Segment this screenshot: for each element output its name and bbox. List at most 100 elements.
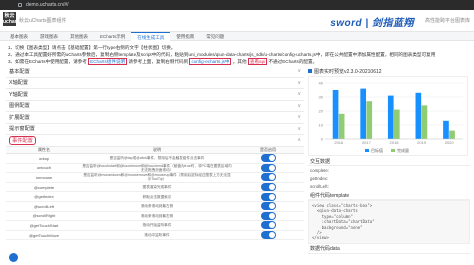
interaction-row: getIndex: [308, 174, 470, 182]
event-name: @getTouchStart [6, 220, 82, 231]
table-row: onmouse 是否监听@mousedown和@mousemove和@mouseu… [6, 172, 304, 183]
x-tick-label: 2018 [390, 140, 400, 145]
browser-address-bar[interactable]: demo.ucharts.cn/#/ [0, 0, 474, 10]
nav-item[interactable]: 使用指南 [170, 32, 200, 41]
event-toggle[interactable] [260, 192, 276, 201]
legend-label[interactable]: 目标值 [371, 147, 383, 153]
event-desc: 滚动条滚动到最右侧 [82, 211, 232, 222]
config-section[interactable]: 扩展配置 ∨ [6, 112, 304, 124]
bar-完成量[interactable] [421, 105, 428, 139]
config-panel: 基本配置 ∨ X轴配置 ∨ Y轴配置 ∨ 图例配置 ∨ 扩展配置 ∨ 提示窗配置 ∨ 事件配置 ∧ 属性名… [6, 66, 304, 265]
event-toggle[interactable] [260, 163, 276, 172]
bar-完成量[interactable] [366, 101, 373, 139]
bar-目标值[interactable] [360, 88, 366, 139]
table-row: @scrollLeft 滚动条滚动到最左侧 [6, 201, 304, 212]
event-toggle-cell [232, 220, 304, 231]
nav-item[interactable]: 游戏图表 [34, 32, 64, 41]
event-desc: 是否监听@touchstart和@touchmove和@touchend事件（赋… [82, 163, 232, 174]
table-row: ontap 是否监听@tap或@click事件，禁用后不会触发组件点击事件 [6, 153, 304, 164]
chevron-down-icon: ∨ [297, 125, 301, 132]
nav-item[interactable]: 其他图表 [64, 32, 94, 41]
event-name: onmouse [6, 172, 82, 183]
event-toggle[interactable] [260, 202, 276, 211]
event-toggle-cell [232, 191, 304, 202]
bar-目标值[interactable] [387, 95, 394, 139]
chevron-down-icon: ∨ [297, 91, 301, 98]
y-tick-label: 30 [319, 95, 324, 100]
x-tick-label: 2020 [445, 140, 455, 145]
note-line-2: 2、通过本工具配置好所需的uCharts参数后，复制右侧template及scr… [8, 52, 436, 57]
config-sections: 基本配置 ∨ X轴配置 ∨ Y轴配置 ∨ 图例配置 ∨ 扩展配置 ∨ 提示窗配置 ∨ 事件配置 ∧ [6, 66, 304, 147]
bar-目标值[interactable] [415, 92, 422, 139]
event-toggle-cell [232, 211, 304, 222]
event-toggle[interactable] [260, 154, 276, 163]
nav-item[interactable]: 在线生成工具 [131, 32, 171, 41]
chevron-down-icon: ∨ [297, 102, 301, 109]
config-section[interactable]: 提示窗配置 ∨ [6, 124, 304, 135]
note-3-text-d: 不通过ECharts的配置。 [268, 59, 318, 64]
col-header-desc: 说明 [82, 146, 232, 154]
x-tick-label: 2017 [362, 140, 372, 145]
event-name: @scrollRight [6, 211, 82, 222]
bar-完成量[interactable] [449, 130, 455, 139]
event-name: ontap [6, 153, 82, 164]
event-toggle-cell [232, 172, 304, 183]
config-section[interactable]: 事件配置 ∧ [6, 135, 304, 147]
nav-item[interactable]: 常见问题 [200, 32, 230, 41]
bar-完成量[interactable] [394, 109, 400, 139]
float-action-button[interactable] [9, 253, 18, 262]
bar-目标值[interactable] [443, 120, 449, 139]
event-toggle[interactable] [260, 211, 276, 220]
section-title: Y轴配置 [9, 91, 29, 98]
config-echarts-link[interactable]: config-echarts.js中 [189, 58, 232, 65]
preview-icon [308, 69, 312, 73]
interaction-header: 交互数据 [308, 157, 470, 166]
y-tick-label: 10 [319, 123, 324, 128]
site-logo[interactable]: 秋云 ucharts [3, 12, 21, 26]
event-toggle[interactable] [260, 183, 276, 192]
legend-swatch [365, 149, 369, 152]
config-section[interactable]: 基本配置 ∨ [6, 66, 304, 78]
note-3-text-c: ，其他 [232, 59, 247, 64]
config-section[interactable]: X轴配置 ∨ [6, 78, 304, 89]
interaction-label: getIndex: [310, 175, 329, 181]
data-header: 数据代码data [308, 245, 470, 254]
bar-目标值[interactable] [332, 90, 339, 139]
template-header: 组件代码template [308, 191, 470, 200]
section-title: 事件配置 [9, 135, 36, 145]
site-header: 秋云 ucharts 秋云uCharts图表组件 sword | 剑指蓝翔 高性… [0, 10, 474, 32]
note-3-text-b: 请参考上面，复制右侧代码到 [128, 59, 189, 64]
nav-item[interactable]: 基本图表 [4, 32, 34, 41]
event-toggle[interactable] [260, 173, 276, 182]
y-tick-label: 0 [321, 137, 324, 142]
event-desc: 拖动中监听事件 [82, 230, 232, 241]
event-toggle[interactable] [260, 221, 276, 230]
table-header-row: 属性名 说明 是否启用 [6, 146, 304, 154]
column-chart: 0 10 20 30 40 2016 2017 2018 2019 2020 目标值 完成量 [319, 81, 463, 153]
api-link[interactable]: 查看api [247, 58, 268, 65]
chart-preview[interactable]: 0 10 20 30 40 2016 2017 2018 2019 2020 目标值 完成量 [308, 76, 468, 156]
address-url[interactable]: demo.ucharts.cn/#/ [26, 2, 69, 8]
event-name: ontouch [6, 163, 82, 174]
preview-header: 图表实时预览v2.3.0-20210612 [308, 66, 470, 76]
bar-完成量[interactable] [338, 113, 345, 139]
template-code[interactable]: <view class="charts-box"> <qiun-data-cha… [308, 200, 470, 244]
event-desc: 滚动条滚动到最左侧 [82, 201, 232, 212]
interaction-label: scrollLeft: [310, 183, 329, 189]
event-config-table: 属性名 说明 是否启用 ontap 是否监听@tap或@click事件，禁用后不会… [6, 146, 304, 241]
legend-label[interactable]: 完成量 [397, 147, 409, 153]
brand-subtitle: 高性能跨平台图表库 [424, 18, 470, 24]
config-section[interactable]: Y轴配置 ∨ [6, 89, 304, 101]
config-section[interactable]: 图例配置 ∨ [6, 101, 304, 112]
echarts-guide-link[interactable]: ECharts组件说明 [88, 58, 128, 65]
col-header-name: 属性名 [6, 146, 82, 154]
site-subtitle: 秋云uCharts图表组件 [19, 18, 67, 24]
event-toggle[interactable] [260, 231, 276, 240]
table-row: @scrollRight 滚动条滚动到最右侧 [6, 211, 304, 222]
event-toggle-cell [232, 163, 304, 174]
interaction-row: scrollLeft: [308, 182, 470, 190]
nav-item[interactable]: ECharts示例 [94, 32, 131, 41]
event-desc: 是否监听@mousedown和@mousemove和@mouseup事件（禁用后… [82, 172, 232, 183]
brand-logo: sword | 剑指蓝翔 [330, 18, 414, 29]
event-desc: 获取点击数据索引 [82, 191, 232, 202]
